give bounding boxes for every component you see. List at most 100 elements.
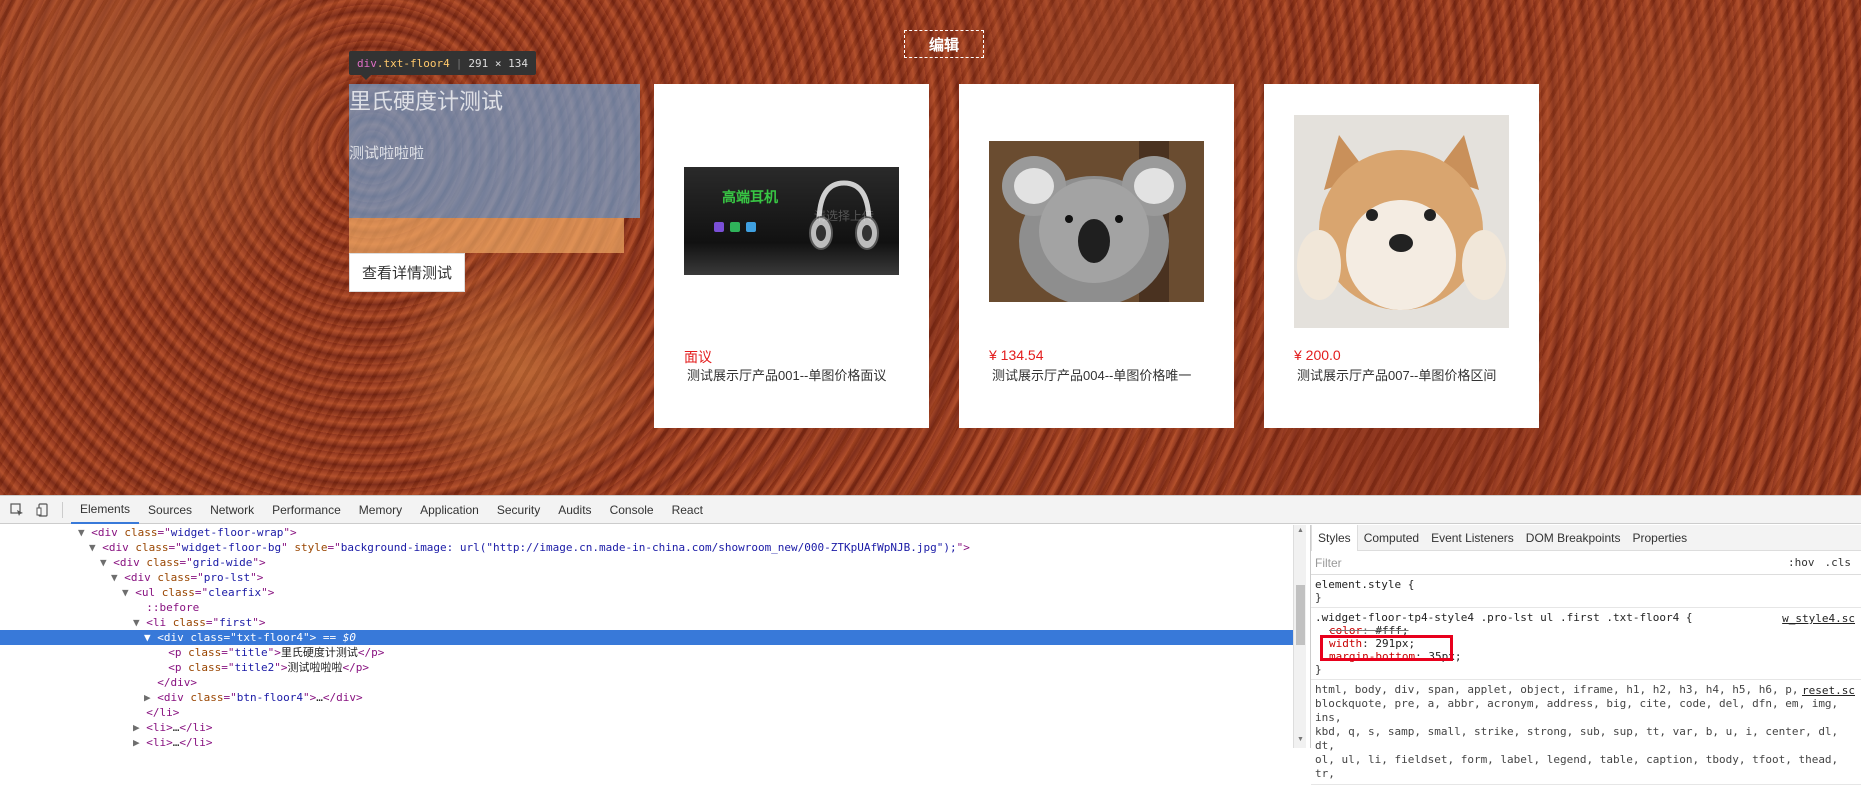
tab-elements[interactable]: Elements — [71, 496, 140, 524]
product-image-koala[interactable] — [989, 141, 1204, 302]
attr-value: clearfix — [208, 586, 262, 599]
product-card[interactable]: ¥ 134.54 测试展示厅产品004--单图价格唯一 — [959, 84, 1234, 428]
floor-subtitle: 测试啦啦啦 — [349, 146, 425, 162]
tag-open: <div — [113, 556, 147, 569]
dom-node[interactable]: ▼ <div class="pro-lst"> — [0, 570, 1293, 585]
attr-value: btn-floor4 — [236, 691, 303, 704]
elements-tree[interactable]: ▼ <div class="widget-floor-wrap"> ▼ <div … — [0, 525, 1293, 748]
dom-node[interactable]: ▼ <ul class="clearfix"> — [0, 585, 1293, 600]
dom-node[interactable]: ▼ <div class="widget-floor-wrap"> — [0, 525, 1293, 540]
attr-name: class — [190, 631, 224, 644]
product-name[interactable]: 测试展示厅产品004--单图价格唯一 — [992, 369, 1212, 382]
tag-open: </li> — [146, 706, 180, 719]
scroll-up-icon[interactable]: ▲ — [1296, 527, 1305, 537]
tag-end: </li> — [179, 736, 213, 748]
rule-selector: .widget-floor-tp4-style4 .pro-lst ul .fi… — [1315, 611, 1693, 624]
tab-react[interactable]: React — [663, 496, 712, 524]
expand-right-icon[interactable]: ▶ — [144, 691, 157, 704]
dom-node[interactable]: </li> — [0, 705, 1293, 720]
tag-close: > — [280, 661, 288, 674]
expand-down-icon[interactable]: ▼ — [133, 616, 146, 629]
product-card[interactable]: 高端耳机 请选择上传 面议 测试展示厅产品001--单图价格面议 — [654, 84, 929, 428]
hov-toggle[interactable]: :hov — [1788, 556, 1815, 569]
tag-open: <ul — [135, 586, 162, 599]
scrollbar-thumb[interactable] — [1296, 585, 1305, 645]
highlight-margin-box — [349, 218, 624, 253]
dom-node[interactable]: ::before — [0, 600, 1293, 615]
expand-down-icon[interactable]: ▼ — [100, 556, 113, 569]
elements-scrollbar[interactable]: ▲ ▼ — [1293, 525, 1306, 748]
element-style-rule[interactable]: element.style { } — [1311, 575, 1861, 608]
dog-icon — [1294, 115, 1509, 328]
dom-node[interactable]: ▼ <div class="widget-floor-bg" style="ba… — [0, 540, 1293, 555]
tag-open: <li> — [146, 721, 173, 734]
tab-audits[interactable]: Audits — [549, 496, 600, 524]
dom-node[interactable]: ▼ <li class="first"> — [0, 615, 1293, 630]
cls-toggle[interactable]: .cls — [1825, 556, 1852, 569]
expand-down-icon[interactable]: ▼ — [89, 541, 102, 554]
device-toggle-icon[interactable] — [34, 502, 52, 518]
dom-node[interactable]: </div> — [0, 675, 1293, 690]
styles-filter-input[interactable]: Filter — [1315, 556, 1788, 570]
rule-close-brace: } — [1315, 591, 1322, 604]
tab-sources[interactable]: Sources — [139, 496, 201, 524]
product-name[interactable]: 测试展示厅产品001--单图价格面议 — [687, 369, 907, 382]
image-icons — [714, 222, 756, 232]
attr-name: class — [124, 526, 158, 539]
attr-name: class — [135, 541, 169, 554]
styles-tab-styles[interactable]: Styles — [1311, 524, 1358, 551]
tab-console[interactable]: Console — [601, 496, 663, 524]
expand-down-icon[interactable]: ▼ — [78, 526, 91, 539]
tab-performance[interactable]: Performance — [263, 496, 350, 524]
expand-down-icon[interactable]: ▼ — [122, 586, 135, 599]
inspect-tooltip: div.txt-floor4 | 291 × 134 — [349, 51, 536, 80]
tab-memory[interactable]: Memory — [350, 496, 411, 524]
devtools-tabbar: Elements Sources Network Performance Memory A… — [0, 496, 1861, 524]
reset-selector-line: blockquote, pre, a, abbr, acronym, addre… — [1315, 697, 1839, 724]
dom-node-selected[interactable]: ▼ <div class="txt-floor4"> == $0 — [0, 630, 1293, 645]
styles-filter-row: Filter :hov .cls — [1311, 551, 1861, 575]
attr-name: style — [294, 541, 328, 554]
styles-tab-computed[interactable]: Computed — [1358, 525, 1425, 551]
styles-tab-event-listeners[interactable]: Event Listeners — [1425, 525, 1520, 551]
tag-close: > — [274, 646, 281, 659]
toolbar-divider — [62, 501, 63, 518]
attr-name: class — [190, 691, 224, 704]
tag-end: </div> — [322, 691, 363, 704]
tag-close: > — [963, 541, 970, 554]
tag-close: > — [258, 556, 266, 569]
expand-down-icon[interactable]: ▼ — [144, 631, 157, 644]
reset-source-link[interactable]: reset.sc — [1802, 684, 1855, 697]
dom-node[interactable]: ▶ <li>…</li> — [0, 735, 1293, 748]
dom-node[interactable]: ▼ <div class="grid-wide"> — [0, 555, 1293, 570]
tag-open: </div> — [157, 676, 197, 689]
styles-tab-properties[interactable]: Properties — [1626, 525, 1693, 551]
styles-tab-dom-breakpoints[interactable]: DOM Breakpoints — [1520, 525, 1627, 551]
dom-node[interactable]: ▶ <div class="btn-floor4">…</div> — [0, 690, 1293, 705]
tab-application[interactable]: Application — [411, 496, 488, 524]
reset-rule[interactable]: reset.sc html, body, div, span, applet, … — [1311, 680, 1861, 785]
annotation-highlight-box — [1320, 635, 1453, 661]
tab-security[interactable]: Security — [488, 496, 549, 524]
product-name[interactable]: 测试展示厅产品007--单图价格区间 — [1297, 369, 1517, 382]
product-card[interactable]: ¥ 200.0 测试展示厅产品007--单图价格区间 — [1264, 84, 1539, 428]
rule-close-brace: } — [1315, 663, 1322, 676]
tab-network[interactable]: Network — [201, 496, 263, 524]
dom-node[interactable]: ▶ <li>…</li> — [0, 720, 1293, 735]
selected-marker: == $0 — [316, 631, 356, 644]
attr-name: class — [188, 661, 222, 674]
inspect-icon[interactable] — [8, 502, 26, 518]
dom-node[interactable]: <p class="title2">测试啦啦啦</p> — [0, 660, 1293, 675]
scroll-down-icon[interactable]: ▼ — [1296, 736, 1305, 746]
expand-down-icon[interactable]: ▼ — [111, 571, 124, 584]
devtools-panel: Elements Sources Network Performance Memory A… — [0, 495, 1861, 785]
attr-value: first — [219, 616, 253, 629]
view-details-button[interactable]: 查看详情测试 — [349, 253, 466, 292]
product-image-headphones[interactable]: 高端耳机 请选择上传 — [684, 167, 899, 275]
dom-node[interactable]: <p class="title">里氏硬度计测试</p> — [0, 645, 1293, 660]
edit-button[interactable]: 编辑 — [904, 30, 984, 58]
expand-right-icon[interactable]: ▶ — [133, 721, 146, 734]
rule-source-link[interactable]: w_style4.sc — [1782, 612, 1855, 625]
product-image-shiba-dog[interactable] — [1294, 115, 1509, 328]
expand-right-icon[interactable]: ▶ — [133, 736, 146, 748]
